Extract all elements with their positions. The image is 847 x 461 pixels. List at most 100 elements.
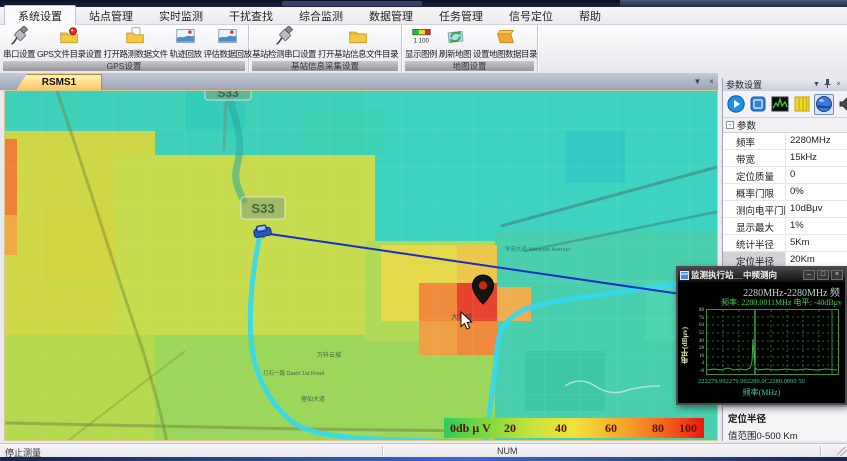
menu-item-signal-location[interactable]: 信号定位 <box>496 6 566 26</box>
spectrum-window-title: 监测执行站__中频测向 <box>691 269 801 281</box>
menu-item-task-management[interactable]: 任务管理 <box>426 6 496 26</box>
ribbon-group-label-gps: GPS设置 <box>3 61 245 71</box>
track-photo-icon <box>175 26 196 47</box>
svg-text:留仙大道: 留仙大道 <box>301 395 325 403</box>
road-badge-s33-top: S33 <box>205 91 251 100</box>
parameters-table: - 参数 频率2280MHz 带宽15kHz 定位质量0 概率门限0% 测向电平… <box>723 118 847 286</box>
menu-item-realtime-monitor[interactable]: 实时监测 <box>146 6 216 26</box>
close-icon[interactable]: × <box>831 270 843 280</box>
signal-level-legend: 0db μ V 20 40 60 80 100 <box>444 418 704 438</box>
tab-rsms1[interactable]: RSMS1 <box>16 74 102 90</box>
minimize-icon[interactable]: – <box>803 270 815 280</box>
evaluation-photo-icon <box>217 26 238 47</box>
set-map-directory-button[interactable]: 设置地图数据目录 <box>472 26 538 60</box>
menu-item-system-settings[interactable]: 系统设置 <box>4 5 76 27</box>
speaker-icon <box>837 95 847 113</box>
track-playback-button[interactable]: 轨迹回放 <box>168 26 202 60</box>
menu-item-integrated-monitor[interactable]: 综合监测 <box>286 6 356 26</box>
gps-file-directory-button[interactable]: GPS文件目录设置 <box>36 26 102 60</box>
map-folder-icon <box>495 26 516 47</box>
tab-close-icon[interactable]: × <box>705 76 718 88</box>
menu-item-site-management[interactable]: 站点管理 <box>76 6 146 26</box>
menu-item-help[interactable]: 帮助 <box>566 6 614 26</box>
param-row-statistics-radius[interactable]: 统计半径5Km <box>723 235 847 252</box>
status-bar: 停止测量 NUM <box>0 443 847 457</box>
map-view[interactable]: 大学城 万科云城 打石一路 Dashi 1st Road 留仙大道 学苑大道 X… <box>4 90 718 441</box>
open-folder-file-icon <box>125 26 146 47</box>
menu-item-interference-search[interactable]: 干扰查找 <box>216 6 286 26</box>
globe-icon <box>815 95 833 113</box>
evaluation-playback-button[interactable]: 评估数据回放 <box>203 26 253 60</box>
road-badge-s33-mid: S33 <box>241 197 285 219</box>
spectrum-view-button[interactable] <box>770 94 790 115</box>
panel-dropdown-icon[interactable]: ▼ <box>811 81 822 88</box>
serial-cable-icon <box>9 26 30 47</box>
legend-unit-label: 0db μ V <box>450 421 491 436</box>
panel-title: 参数设置 <box>726 78 811 91</box>
param-row-probability-threshold[interactable]: 概率门限0% <box>723 184 847 201</box>
svg-text:1 100: 1 100 <box>413 38 429 45</box>
menu-bar: 系统设置 站点管理 实时监测 干扰查找 综合监测 数据管理 任务管理 信号定位 … <box>0 7 847 25</box>
ribbon-group-basestation: 基站检测串口设置 打开基站信息文件目录 基站信息采集设置 <box>249 25 402 73</box>
svg-text:S33: S33 <box>251 201 274 216</box>
svg-text:打石一路 Dashi 1st Road: 打石一路 Dashi 1st Road <box>263 369 324 377</box>
ribbon-group-map: 1 100 显示图例 刷新地图 设置地图数据目录 地图设置 <box>402 25 538 73</box>
spectrum-icon <box>771 95 789 113</box>
num-lock-indicator: NUM <box>497 446 518 456</box>
gps-folder-icon <box>59 26 80 47</box>
waterfall-icon <box>793 95 811 113</box>
param-row-frequency[interactable]: 频率2280MHz <box>723 133 847 150</box>
description-text: 值范围0-500 Km <box>728 428 842 442</box>
waterfall-view-button[interactable] <box>792 94 812 115</box>
coverage-heatmap <box>5 91 718 440</box>
if-df-spectrum-window: 监测执行站__中频测向 – □ × 2280MHz-2280MHz 频 频率: … <box>676 266 847 405</box>
collapse-icon[interactable]: - <box>726 121 734 129</box>
serial-port-settings-button[interactable]: 串口设置 <box>2 26 36 60</box>
maximize-icon[interactable]: □ <box>817 270 829 280</box>
x-axis-ticks: 222279.992279.992280.0C2280.0090 50 <box>698 378 847 385</box>
audio-monitor-button[interactable] <box>836 94 847 115</box>
basestation-serial-settings-button[interactable]: 基站检测串口设置 <box>251 26 317 60</box>
legend-colorbar-icon: 1 100 <box>411 26 432 47</box>
document-tab-strip: RSMS1 ▼ × <box>0 73 718 90</box>
spectrum-window-titlebar[interactable]: 监测执行站__中频测向 – □ × <box>678 268 845 282</box>
refresh-map-button[interactable]: 刷新地图 <box>438 26 472 60</box>
map-canvas: 大学城 万科云城 打石一路 Dashi 1st Road 留仙大道 学苑大道 X… <box>5 91 718 440</box>
param-group-label: 参数 <box>737 118 756 132</box>
ribbon-group-label-basestation: 基站信息采集设置 <box>252 61 398 71</box>
param-row-bandwidth[interactable]: 带宽15kHz <box>723 150 847 167</box>
play-icon <box>727 95 745 113</box>
show-legend-button[interactable]: 1 100 显示图例 <box>404 26 438 60</box>
parameters-panel-header[interactable]: 参数设置 ▼ × <box>723 78 847 91</box>
y-axis-label: 电平(dBμv) <box>679 314 690 376</box>
panel-pin-icon[interactable] <box>822 79 833 90</box>
x-axis-label: 频率(MHz) <box>678 387 845 398</box>
open-drive-test-file-button[interactable]: 打开路测数据文件 <box>102 26 168 60</box>
start-measure-button[interactable] <box>726 94 746 115</box>
param-row-location-quality[interactable]: 定位质量0 <box>723 167 847 184</box>
ribbon-toolbar: 串口设置 GPS文件目录设置 打开路测数据文件 轨迹回放 评估数据回放 <box>0 25 847 73</box>
ribbon-group-gps: 串口设置 GPS文件目录设置 打开路测数据文件 轨迹回放 评估数据回放 <box>0 25 249 73</box>
open-basestation-directory-button[interactable]: 打开基站信息文件目录 <box>317 26 399 60</box>
stop-icon <box>749 95 767 113</box>
serial-cable-icon <box>274 26 295 47</box>
svg-text:万科云城: 万科云城 <box>317 351 341 359</box>
param-group-row[interactable]: - 参数 <box>723 118 847 133</box>
y-axis-ticks: 887664524028164-8 <box>690 308 704 374</box>
statusbar-separator <box>382 446 383 456</box>
window-icon <box>680 271 689 280</box>
param-row-display-max[interactable]: 显示最大1% <box>723 218 847 235</box>
folder-icon <box>348 26 369 47</box>
marker-readout: 频率: 2280.0011MHz 电平: -40dBμv <box>721 297 842 308</box>
spectrum-window-body: 2280MHz-2280MHz 频 频率: 2280.0011MHz 电平: -… <box>678 282 845 403</box>
svg-text:学苑大道 Xueyuan Avenue: 学苑大道 Xueyuan Avenue <box>505 245 570 253</box>
panel-close-icon[interactable]: × <box>833 81 844 88</box>
top-edge-highlight-right <box>620 0 847 7</box>
tab-list-dropdown-icon[interactable]: ▼ <box>691 76 704 88</box>
menu-item-data-management[interactable]: 数据管理 <box>356 6 426 26</box>
svg-text:S33: S33 <box>217 91 239 100</box>
map-view-button[interactable] <box>814 94 834 115</box>
param-row-df-level-threshold[interactable]: 测向电平门限10dBμv <box>723 201 847 218</box>
stop-measure-button[interactable] <box>748 94 768 115</box>
resize-grip[interactable] <box>837 447 846 456</box>
